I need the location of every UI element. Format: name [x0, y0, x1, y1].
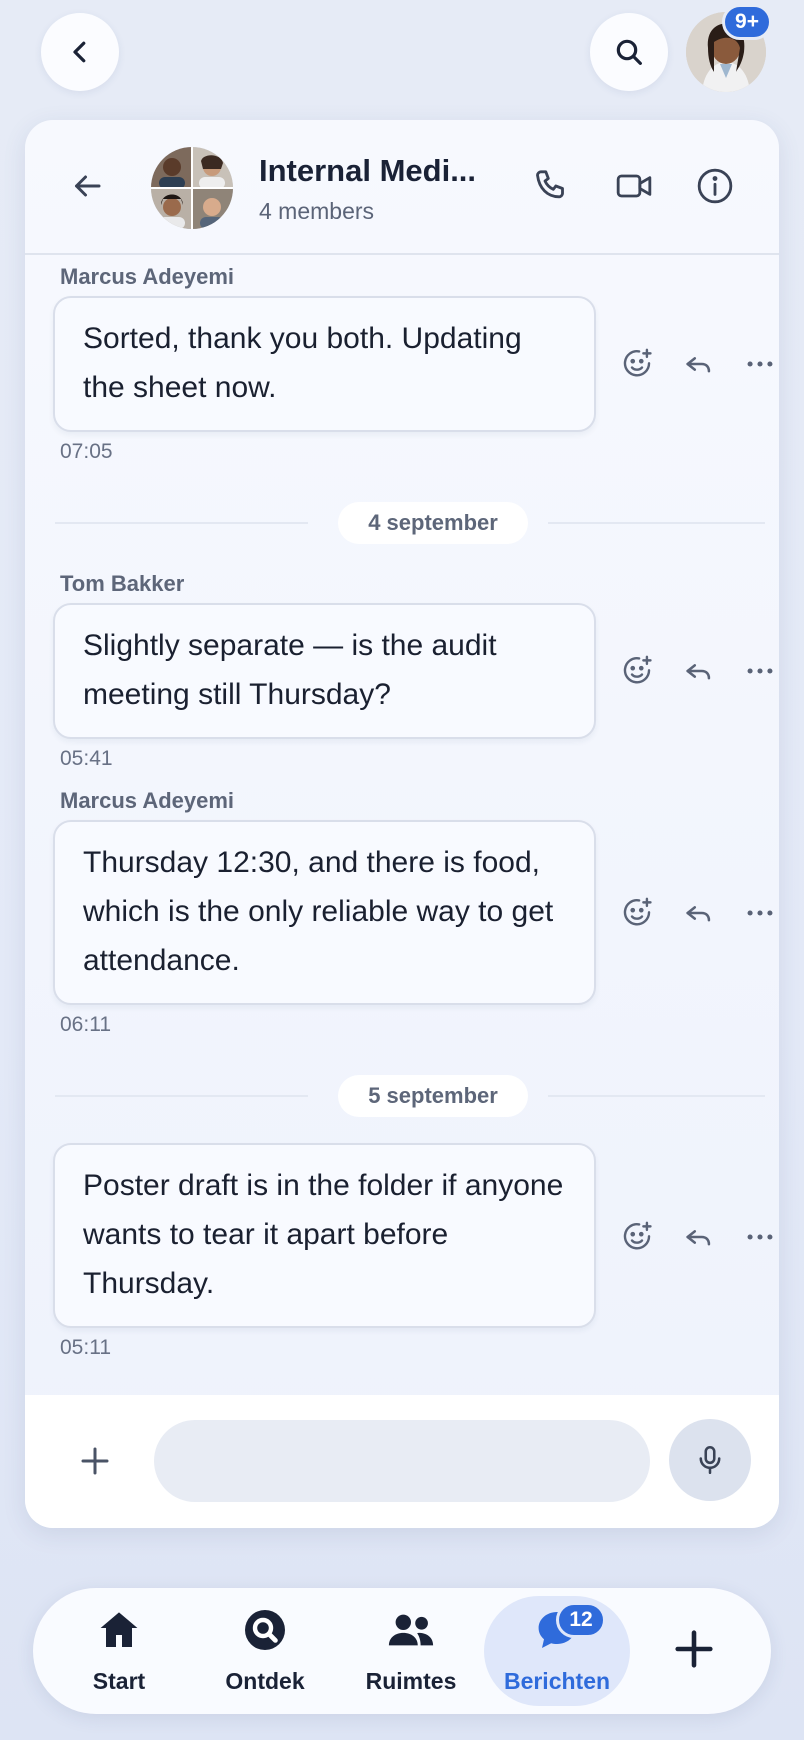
tab-ontdek[interactable]: Ontdek	[192, 1596, 338, 1706]
date-separator: 4 september	[55, 502, 765, 544]
message-bubble[interactable]: Thursday 12:30, and there is food, which…	[53, 820, 596, 1005]
more-button[interactable]	[742, 654, 778, 693]
member-count: 4 members	[259, 198, 375, 224]
tab-ruimtes[interactable]: Ruimtes	[338, 1596, 484, 1706]
call-button[interactable]	[530, 166, 570, 211]
message-time: 07:05	[60, 440, 113, 463]
reply-icon	[686, 357, 711, 373]
message-sender: Marcus Adeyemi	[60, 788, 235, 813]
more-button[interactable]	[742, 896, 778, 935]
top-bar: 9+	[0, 0, 804, 110]
home-icon	[100, 1612, 138, 1647]
info-button[interactable]	[695, 166, 735, 211]
people-icon	[388, 1614, 434, 1646]
chat-panel: Internal Medi... 4 members Marcus Adeyem…	[25, 120, 779, 1528]
notification-badge: 9+	[722, 4, 772, 40]
date-label: 5 september	[338, 1075, 528, 1117]
emoji-add-icon	[623, 348, 652, 377]
back-button[interactable]	[41, 13, 119, 91]
unread-badge: 12	[556, 1602, 606, 1638]
message-bubble[interactable]: Sorted, thank you both. Updating the she…	[53, 296, 596, 432]
tab-start[interactable]: Start	[46, 1596, 192, 1706]
tab-label: Berichten	[503, 1668, 611, 1694]
more-horizontal-icon	[747, 1234, 773, 1240]
search-icon	[616, 39, 642, 65]
tab-label: Ruimtes	[365, 1668, 457, 1694]
group-avatar[interactable]	[151, 147, 233, 229]
message-sender: Tom Bakker	[60, 571, 185, 596]
reply-button[interactable]	[682, 1220, 716, 1259]
message-actions	[620, 1220, 779, 1260]
microphone-icon	[699, 1445, 721, 1475]
more-button[interactable]	[742, 1220, 778, 1259]
reply-button[interactable]	[682, 347, 716, 386]
message-bubble[interactable]: Poster draft is in the folder if anyone …	[53, 1143, 596, 1328]
message-bubble[interactable]: Slightly separate — is the audit meeting…	[53, 603, 596, 739]
chat-back-button[interactable]	[69, 168, 105, 209]
reply-icon	[686, 664, 711, 680]
react-button[interactable]	[620, 1220, 654, 1259]
react-button[interactable]	[620, 347, 654, 386]
chevron-left-icon	[73, 41, 86, 63]
message-sender: Marcus Adeyemi	[60, 264, 235, 289]
reply-button[interactable]	[682, 896, 716, 935]
message-input[interactable]	[154, 1420, 650, 1502]
divider	[548, 522, 765, 524]
chat-header: Internal Medi... 4 members	[25, 120, 779, 255]
group-photo	[151, 147, 233, 229]
message-time: 05:41	[60, 747, 113, 770]
more-button[interactable]	[742, 347, 778, 386]
voice-message-button[interactable]	[669, 1419, 751, 1501]
plus-icon	[81, 1447, 109, 1475]
chat-title[interactable]: Internal Medi...	[259, 153, 476, 189]
emoji-add-icon	[623, 897, 652, 926]
tab-berichten[interactable]: 12 Berichten	[484, 1596, 630, 1706]
message-time: 05:11	[60, 1336, 111, 1359]
discover-icon	[245, 1610, 285, 1650]
arrow-left-icon	[75, 175, 101, 197]
date-label: 4 september	[338, 502, 528, 544]
divider	[55, 1095, 308, 1097]
message-actions	[620, 347, 779, 387]
reply-icon	[686, 906, 711, 922]
search-button[interactable]	[590, 13, 668, 91]
reply-icon	[686, 1230, 711, 1246]
react-button[interactable]	[620, 654, 654, 693]
divider	[548, 1095, 765, 1097]
tab-label: Start	[92, 1668, 146, 1694]
create-button[interactable]	[671, 1626, 717, 1677]
message-actions	[620, 654, 779, 694]
more-horizontal-icon	[747, 668, 773, 674]
divider	[55, 522, 308, 524]
message-actions	[620, 896, 779, 936]
more-horizontal-icon	[747, 910, 773, 916]
bottom-tab-bar: Start Ontdek Ruimtes 12 Berichten	[33, 1588, 771, 1714]
more-horizontal-icon	[747, 361, 773, 367]
video-call-button[interactable]	[614, 166, 654, 211]
reply-button[interactable]	[682, 654, 716, 693]
video-icon	[616, 174, 652, 198]
message-time: 06:11	[60, 1013, 111, 1036]
react-button[interactable]	[620, 896, 654, 935]
message-composer	[25, 1395, 779, 1528]
emoji-add-icon	[623, 655, 652, 684]
date-separator: 5 september	[55, 1075, 765, 1117]
phone-icon	[536, 170, 564, 199]
attach-button[interactable]	[77, 1443, 113, 1484]
emoji-add-icon	[623, 1221, 652, 1250]
tab-label: Ontdek	[225, 1668, 305, 1694]
plus-icon	[675, 1630, 713, 1668]
info-icon	[697, 168, 733, 204]
